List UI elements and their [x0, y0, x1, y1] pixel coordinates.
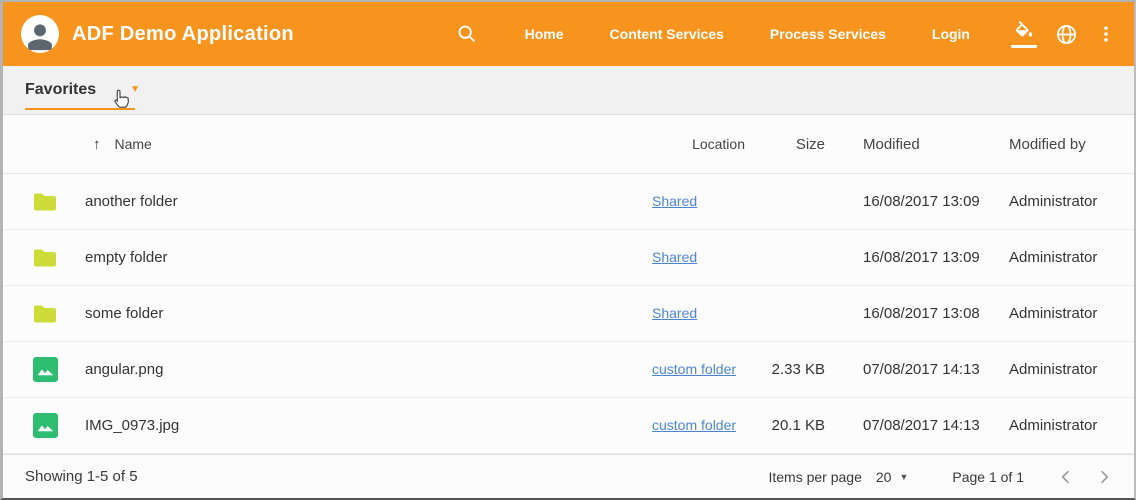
column-header-location[interactable]: Location [645, 136, 745, 152]
header-icon-group [1011, 21, 1116, 48]
modified-date: 16/08/2017 13:09 [825, 249, 995, 266]
person-icon [23, 19, 57, 53]
file-type-icon [33, 303, 57, 325]
column-header-name[interactable]: Name [115, 136, 152, 152]
paginator: Showing 1-5 of 5 Items per page 20 ▼ Pag… [3, 454, 1134, 498]
location-link[interactable]: Shared [652, 193, 697, 209]
file-type-icon [33, 413, 58, 438]
file-type-icon [33, 247, 57, 269]
table-row[interactable]: another folder Shared 16/08/2017 13:09Admi… [3, 174, 1134, 230]
nav-item-process-services[interactable]: Process Services [770, 18, 886, 50]
folder-icon [33, 303, 57, 325]
next-page-button[interactable] [1096, 469, 1112, 485]
user-avatar [21, 15, 59, 53]
range-label: Showing 1-5 of 5 [25, 468, 138, 485]
modified-date: 07/08/2017 14:13 [825, 417, 995, 434]
table-row[interactable]: some folder Shared 16/08/2017 13:08Adminis… [3, 286, 1134, 342]
file-size: 20.1 KB [745, 417, 825, 434]
more-vert-icon [1096, 23, 1116, 45]
column-header-modified[interactable]: Modified [825, 136, 995, 153]
page-title: Favorites [25, 81, 96, 99]
modified-date: 07/08/2017 14:13 [825, 361, 995, 378]
globe-icon [1055, 23, 1078, 46]
table-row[interactable]: IMG_0973.jpg custom folder 20.1 KB07/08/20… [3, 398, 1134, 454]
modified-date: 16/08/2017 13:08 [825, 305, 995, 322]
modified-by: Administrator [995, 193, 1134, 210]
modified-by: Administrator [995, 249, 1134, 266]
page-size-caret-icon: ▼ [899, 472, 908, 482]
search-icon [456, 23, 478, 45]
color-fill-icon [1013, 21, 1035, 43]
file-size: 2.33 KB [745, 361, 825, 378]
file-name[interactable]: empty folder [85, 249, 168, 266]
column-header-modified-by[interactable]: Modified by [995, 136, 1134, 153]
file-type-icon [33, 357, 58, 382]
chevron-left-icon [1058, 469, 1074, 485]
folder-icon [33, 191, 57, 213]
page-status: Page 1 of 1 [952, 469, 1024, 485]
file-name[interactable]: another folder [85, 193, 178, 210]
language-button[interactable] [1055, 23, 1078, 46]
page-size-select[interactable]: 20 ▼ [876, 469, 909, 485]
sort-ascending-icon: ↑ [93, 136, 101, 153]
document-list: ↑ Name Location Size Modified Modified b… [3, 115, 1134, 454]
more-menu-button[interactable] [1096, 23, 1116, 45]
table-body: another folderShared16/08/2017 13:09Admi… [3, 174, 1134, 454]
nav-item-home[interactable]: Home [525, 18, 564, 50]
file-type-icon [33, 191, 57, 213]
chevron-down-icon[interactable]: ▼ [130, 85, 140, 95]
file-name[interactable]: angular.png [85, 361, 163, 378]
items-per-page-label: Items per page [768, 469, 861, 485]
page-size-value: 20 [876, 469, 892, 485]
header-cell-name[interactable]: ↑ Name [85, 136, 645, 153]
main-nav: Home Content Services Process Services L… [502, 18, 993, 50]
modified-by: Administrator [995, 305, 1134, 322]
table-header-row: ↑ Name Location Size Modified Modified b… [3, 115, 1134, 174]
table-row[interactable]: angular.png custom folder 2.33 KB07/08/201… [3, 342, 1134, 398]
chevron-right-icon [1096, 469, 1112, 485]
section-bar: Favorites ▼ [3, 66, 1134, 115]
location-link[interactable]: custom folder [652, 361, 736, 377]
search-button[interactable] [456, 23, 478, 45]
image-icon [33, 413, 58, 438]
theme-active-underline [1011, 45, 1037, 48]
paginator-controls: Items per page 20 ▼ Page 1 of 1 [768, 469, 1112, 485]
favorites-dropdown[interactable]: Favorites ▼ [25, 81, 140, 99]
location-link[interactable]: Shared [652, 305, 697, 321]
column-header-size[interactable]: Size [745, 136, 825, 153]
modified-by: Administrator [995, 417, 1134, 434]
active-tab-underline [25, 108, 135, 110]
previous-page-button[interactable] [1058, 469, 1074, 485]
location-link[interactable]: custom folder [652, 417, 736, 433]
image-icon [33, 357, 58, 382]
theme-picker-button[interactable] [1011, 21, 1037, 48]
modified-date: 16/08/2017 13:09 [825, 193, 995, 210]
location-link[interactable]: Shared [652, 249, 697, 265]
modified-by: Administrator [995, 361, 1134, 378]
app-title: ADF Demo Application [72, 23, 294, 46]
file-name[interactable]: some folder [85, 305, 163, 322]
folder-icon [33, 247, 57, 269]
app-window: ADF Demo Application Home Content Servic… [0, 0, 1136, 500]
page-nav [1058, 469, 1112, 485]
nav-item-login[interactable]: Login [932, 18, 970, 50]
table-row[interactable]: empty folder Shared 16/08/2017 13:09Admini… [3, 230, 1134, 286]
nav-item-content-services[interactable]: Content Services [610, 18, 724, 50]
file-name[interactable]: IMG_0973.jpg [85, 417, 179, 434]
app-header: ADF Demo Application Home Content Servic… [3, 2, 1134, 66]
